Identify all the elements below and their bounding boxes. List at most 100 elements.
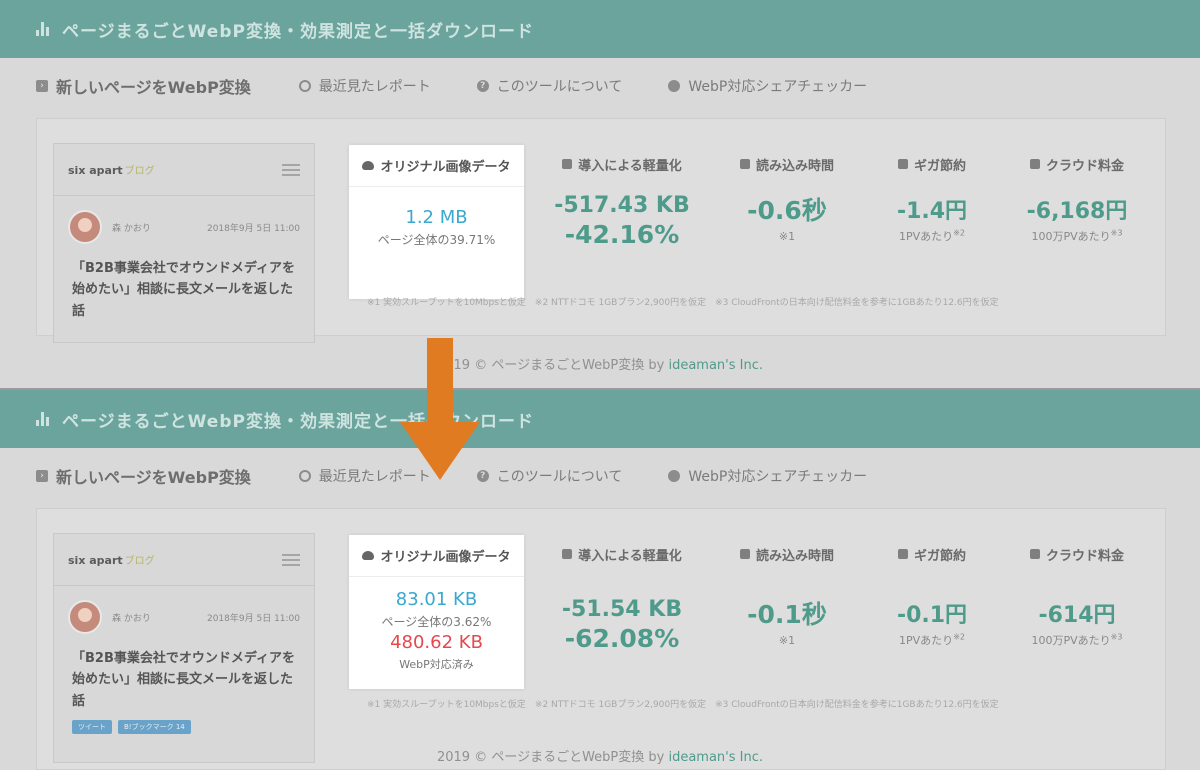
bar-chart-icon [36, 22, 52, 36]
nav-checker-label: WebP対応シェアチェッカー [688, 79, 868, 95]
original-share: ページ全体の3.62% [381, 615, 492, 629]
cloud-metric: クラウド料金 -6,168円 100万PVあたり※3 [1002, 151, 1152, 244]
author-row: 森 かおり 2018年9月 5日 11:00 [54, 196, 314, 244]
nav-checker[interactable]: WebP対応シェアチェッカー [668, 466, 867, 486]
down-arrow-icon [400, 338, 480, 480]
reduction-pct: -42.16% [564, 220, 680, 249]
original-header: オリジナル画像データ [380, 160, 511, 175]
giga-note: 1PVあたり※2 [899, 228, 965, 243]
cloud-note: 100万PVあたり※3 [1031, 632, 1123, 647]
nav-about[interactable]: ? このツールについて [476, 466, 623, 486]
page-preview[interactable]: six apart ブログ 森 かおり 2018年9月 5日 11:00 「B2B… [53, 143, 315, 343]
reduction-metric: 導入による軽量化 -517.43 KB -42.16% [537, 151, 707, 250]
original-share: ページ全体の39.71% [377, 233, 496, 247]
report-card: six apart ブログ 森 かおり 2018年9月 5日 11:00 「B2B… [36, 508, 1166, 770]
load-time-header: 読み込み時間 [755, 548, 834, 564]
nav-checker-label: WebP対応シェアチェッカー [688, 469, 868, 485]
cloud-value: -614円 [1038, 603, 1116, 628]
nav-new-page[interactable]: › 新しいページをWebP変換 [36, 74, 251, 98]
hamburger-icon [282, 163, 300, 176]
author-name: 森 かおり [112, 613, 151, 624]
nav-new-page-label: 新しいページをWebP変換 [56, 468, 251, 487]
giga-note: 1PVあたり※2 [899, 632, 965, 647]
money-icon [1029, 159, 1040, 169]
nav-about-label: このツールについて [496, 79, 623, 95]
post-title: 「B2B事業会社でオウンドメディアを始めたい」相談に長文メールを返した話 [72, 261, 295, 319]
site-logo: six apart ブログ [68, 164, 155, 177]
question-icon: ? [476, 80, 489, 92]
nav-recent[interactable]: 最近見たレポート [298, 76, 431, 96]
webp-size: 480.62 KB [390, 632, 483, 653]
post-date: 2018年9月 5日 11:00 [206, 613, 300, 624]
avatar [68, 210, 102, 244]
pie-chart-icon [668, 470, 681, 482]
original-image-box: オリジナル画像データ 1.2 MB ページ全体の39.71% [349, 145, 524, 299]
giga-value: -0.1円 [896, 603, 968, 628]
load-time-note: ※1 [778, 634, 796, 647]
before-panel: ページまるごとWebP変換・効果測定と一括ダウンロード › 新しいページをWeb… [0, 0, 1200, 388]
reduction-kb: -517.43 KB [554, 193, 690, 218]
avatar [68, 600, 102, 634]
arrow-right-square-icon: › [36, 470, 48, 482]
heart-icon [897, 159, 908, 169]
giga-metric: ギガ節約 -0.1円 1PVあたり※2 [867, 541, 997, 648]
site-logo: six apart ブログ [68, 554, 155, 567]
reduction-header: 導入による軽量化 [578, 158, 682, 174]
cloud-note: 100万PVあたり※3 [1031, 228, 1123, 243]
app-titlebar: ページまるごとWebP変換・効果測定と一括ダウンロード [0, 390, 1200, 448]
load-time-metric: 読み込み時間 -0.1秒 ※1 [717, 541, 857, 647]
nav-bar: › 新しいページをWebP変換 最近見たレポート ? このツールについて Web… [0, 448, 1200, 504]
download-icon [562, 549, 573, 559]
footer: 2019 © ページまるごとWebP変換 by ideaman's Inc. [436, 358, 763, 373]
load-time-value: -0.6秒 [747, 196, 827, 225]
app-titlebar: ページまるごとWebP変換・効果測定と一括ダウンロード [0, 0, 1200, 58]
post-date: 2018年9月 5日 11:00 [206, 223, 300, 234]
reduction-kb: -51.54 KB [561, 597, 683, 622]
cloud-value: -6,168円 [1026, 199, 1128, 224]
cloud-header: クラウド料金 [1045, 158, 1124, 174]
load-time-header: 読み込み時間 [755, 158, 834, 174]
footnotes: ※1 実効スループットを10Mbpsと仮定 ※2 NTTドコモ 1GBプラン2,… [367, 298, 999, 308]
cloud-download-icon [362, 161, 375, 170]
load-time-note: ※1 [778, 230, 796, 243]
nav-new-page[interactable]: › 新しいページをWebP変換 [36, 464, 251, 488]
app-title: ページまるごとWebP変換・効果測定と一括ダウンロード [62, 21, 534, 42]
nav-about-label: このツールについて [496, 469, 623, 485]
giga-metric: ギガ節約 -1.4円 1PVあたり※2 [867, 151, 997, 244]
giga-header: ギガ節約 [913, 158, 966, 174]
footer: 2019 © ページまるごとWebP変換 by ideaman's Inc. [436, 750, 763, 765]
nav-new-page-label: 新しいページをWebP変換 [56, 78, 251, 97]
nav-checker[interactable]: WebP対応シェアチェッカー [668, 76, 867, 96]
download-icon [562, 159, 573, 169]
page-preview[interactable]: six apart ブログ 森 かおり 2018年9月 5日 11:00 「B2B… [53, 533, 315, 763]
hamburger-icon [282, 553, 300, 566]
speed-icon [739, 549, 750, 559]
original-size: 1.2 MB [405, 207, 468, 228]
arrow-right-square-icon: › [36, 80, 48, 92]
original-image-box: オリジナル画像データ 83.01 KB ページ全体の3.62% 480.62 K… [349, 535, 524, 689]
reduction-pct: -62.08% [564, 624, 680, 653]
clock-icon [298, 470, 311, 482]
original-header: オリジナル画像データ [380, 550, 511, 565]
cloud-metric: クラウド料金 -614円 100万PVあたり※3 [1002, 541, 1152, 648]
tweet-button[interactable]: ツイート [72, 720, 112, 735]
nav-about[interactable]: ? このツールについて [476, 76, 623, 96]
footer-link[interactable]: ideaman's Inc. [668, 358, 763, 373]
load-time-metric: 読み込み時間 -0.6秒 ※1 [717, 151, 857, 243]
bookmark-button[interactable]: B!ブックマーク 14 [118, 720, 191, 735]
report-card: six apart ブログ 森 かおり 2018年9月 5日 11:00 「B2B… [36, 118, 1166, 343]
after-panel: ページまるごとWebP変換・効果測定と一括ダウンロード › 新しいページをWeb… [0, 390, 1200, 770]
pie-chart-icon [668, 80, 681, 92]
cloud-header: クラウド料金 [1045, 548, 1124, 564]
author-name: 森 かおり [112, 223, 151, 234]
share-buttons: ツイート B!ブックマーク 14 [54, 712, 314, 742]
post-title: 「B2B事業会社でオウンドメディアを始めたい」相談に長文メールを返した話 [72, 651, 295, 709]
reduction-header: 導入による軽量化 [578, 548, 682, 564]
giga-header: ギガ節約 [913, 548, 966, 564]
nav-recent-label: 最近見たレポート [318, 79, 431, 95]
author-row: 森 かおり 2018年9月 5日 11:00 [54, 586, 314, 634]
footnotes: ※1 実効スループットを10Mbpsと仮定 ※2 NTTドコモ 1GBプラン2,… [367, 700, 999, 710]
speed-icon [739, 159, 750, 169]
reduction-metric: 導入による軽量化 -51.54 KB -62.08% [537, 541, 707, 654]
footer-link[interactable]: ideaman's Inc. [668, 750, 763, 765]
